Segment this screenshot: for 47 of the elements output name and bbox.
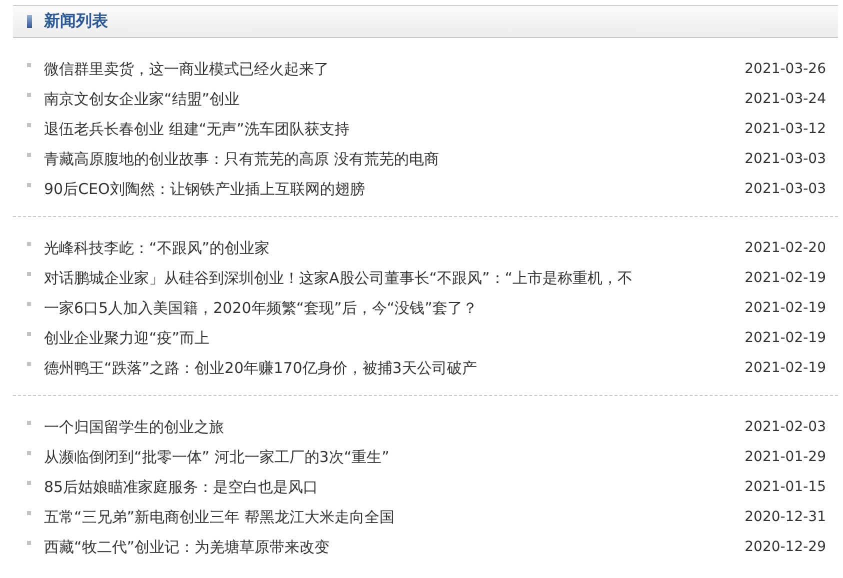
news-link[interactable]: 南京文创女企业家“结盟”创业 xyxy=(44,90,739,108)
news-date: 2021-02-19 xyxy=(744,300,826,316)
bullet-icon xyxy=(27,332,31,336)
news-link[interactable]: 光峰科技李屹：“不跟风”的创业家 xyxy=(44,238,739,258)
news-date: 2021-02-03 xyxy=(744,419,826,435)
news-date: 2021-03-24 xyxy=(744,91,826,107)
news-link[interactable]: 微信群里卖货，这一商业模式已经火起来了 xyxy=(44,60,739,78)
news-link[interactable]: 从濒临倒闭到“批零一体” 河北一家工厂的3次“重生” xyxy=(44,448,739,466)
bullet-icon xyxy=(27,362,31,366)
news-link[interactable]: 青藏高原腹地的创业故事：只有荒芜的高原 没有荒芜的电商 xyxy=(44,150,739,168)
news-date: 2021-03-26 xyxy=(744,61,826,77)
bullet-icon xyxy=(27,421,31,425)
news-link[interactable]: 创业企业聚力迎“疫”而上 xyxy=(44,328,739,348)
bullet-icon xyxy=(27,153,31,157)
bullet-icon xyxy=(27,541,31,545)
bullet-icon xyxy=(27,242,31,246)
news-link[interactable]: 退伍老兵长春创业 组建“无声”洗车团队获支持 xyxy=(44,120,739,138)
news-date: 2021-01-29 xyxy=(744,449,826,465)
news-link[interactable]: 一个归国留学生的创业之旅 xyxy=(44,418,739,436)
bullet-icon xyxy=(27,123,31,127)
news-date: 2021-02-19 xyxy=(744,270,826,286)
news-date: 2021-03-03 xyxy=(744,151,826,167)
news-link[interactable]: 90后CEO刘陶然：让钢铁产业插上互联网的翅膀 xyxy=(44,180,739,198)
news-link[interactable]: 对话鹏城企业家」从硅谷到深圳创业！这家A股公司董事长“不跟风”：“上市是称重机，不 xyxy=(44,268,739,288)
section-title: 新闻列表 xyxy=(44,11,108,32)
news-link[interactable]: 五常“三兄弟”新电商创业三年 帮黑龙江大米走向全国 xyxy=(44,508,739,526)
news-link[interactable]: 德州鸭王“跌落”之路：创业20年赚170亿身价，被捕3天公司破产 xyxy=(44,358,739,378)
news-date: 2021-01-15 xyxy=(744,479,826,495)
bullet-icon xyxy=(27,511,31,515)
title-marker-icon xyxy=(27,15,32,28)
news-date: 2021-02-20 xyxy=(744,240,826,256)
news-date: 2020-12-31 xyxy=(744,509,826,525)
bullet-icon xyxy=(27,302,31,306)
news-link[interactable]: 西藏“牧二代”创业记：为羌塘草原带来改变 xyxy=(44,538,739,556)
news-date: 2021-03-03 xyxy=(744,181,826,197)
bullet-icon xyxy=(27,272,31,276)
news-link[interactable]: 一家6口5人加入美国籍，2020年频繁“套现”后，今“没钱”套了？ xyxy=(44,298,739,318)
bullet-icon xyxy=(27,63,31,67)
bullet-icon xyxy=(27,451,31,455)
news-date: 2021-02-19 xyxy=(744,330,826,346)
news-date: 2021-03-12 xyxy=(744,121,826,137)
bullet-icon xyxy=(27,93,31,97)
bullet-icon xyxy=(27,481,31,485)
bullet-icon xyxy=(27,183,31,187)
news-link[interactable]: 85后姑娘瞄准家庭服务：是空白也是风口 xyxy=(44,478,739,496)
news-date: 2020-12-29 xyxy=(744,539,826,555)
news-date: 2021-02-19 xyxy=(744,360,826,376)
